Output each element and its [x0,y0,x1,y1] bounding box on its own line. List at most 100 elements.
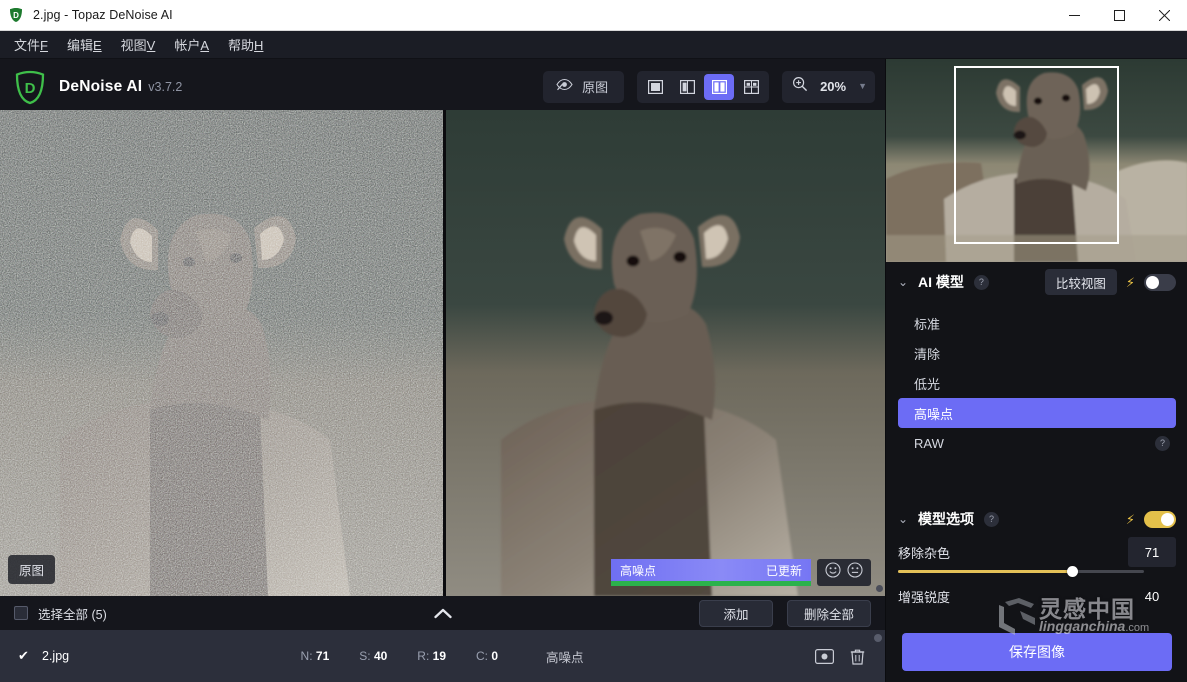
side-by-side-icon[interactable] [704,74,734,100]
ai-model-auto-toggle[interactable] [1144,274,1176,291]
slider-enhance-sharpness-value[interactable]: 40 [1128,581,1176,611]
preview-split-divider[interactable] [443,110,446,596]
file-list-panel: 选择全部 (5) 添加 删除全部 ✔ 2.jpg N: 71 S: 40 R: … [0,596,885,682]
chevron-down-icon[interactable]: ⌄ [898,512,914,526]
quad-pane-icon[interactable] [736,74,766,100]
window-controls [1052,0,1187,31]
status-progress-bar [611,581,811,586]
menu-view-label: 视图 [121,38,147,53]
navigator-thumbnail[interactable] [886,59,1187,262]
model-options-help-icon[interactable]: ? [984,512,999,527]
model-options-auto-toggle[interactable] [1144,511,1176,528]
select-all-label: 选择全部 (5) [38,604,107,623]
select-all-checkbox[interactable] [14,606,28,620]
model-status-overlay: 高噪点 已更新 [611,559,871,586]
model-option-raw[interactable]: RAW ? [898,428,1176,458]
menu-file-label: 文件 [14,38,40,53]
param-sharpen-value: 40 [374,649,387,663]
chevron-down-icon[interactable]: ⌄ [898,275,914,289]
menu-account-accel: A [200,38,209,53]
ai-model-title: AI 模型 [918,272,964,292]
zoom-in-icon [792,76,808,97]
original-image [0,110,443,596]
remove-all-button[interactable]: 删除全部 [787,600,871,627]
status-state-label: 已更新 [766,562,802,579]
row-filename: 2.jpg [42,649,69,663]
image-preview-area[interactable]: 原图 [0,110,885,596]
zoom-level-value: 20% [816,79,850,94]
menu-file[interactable]: 文件F [6,32,56,57]
chevron-up-icon[interactable] [430,603,456,623]
model-option-standard[interactable]: 标准 [898,308,1176,338]
minimize-button[interactable] [1052,0,1097,31]
show-original-button[interactable]: 原图 [543,71,624,103]
preview-pane-original[interactable]: 原图 [0,110,443,596]
model-option-severe-noise-label: 高噪点 [914,404,953,423]
menu-bar: 文件F 编辑E 视图V 帐户A 帮助H [0,31,1187,59]
param-color-value: 0 [491,649,498,663]
delete-icon[interactable] [850,648,865,665]
param-recover-key: R: [417,649,429,663]
denoise-logo-icon: D [12,69,48,105]
param-color-key: C: [476,649,488,663]
model-option-lowlight[interactable]: 低光 [898,368,1176,398]
status-model-label: 高噪点 [620,562,656,579]
menu-edit[interactable]: 编辑E [59,32,110,57]
model-option-raw-help-icon[interactable]: ? [1155,436,1170,451]
status-row: 高噪点 已更新 [611,559,811,581]
slider-remove-noise-value[interactable]: 71 [1128,537,1176,567]
topaz-shield-icon: D [8,7,24,23]
model-option-raw-label: RAW [914,436,944,451]
param-recover-value: 19 [433,649,446,663]
slider-remove-noise-handle[interactable] [1067,566,1078,577]
menu-help-label: 帮助 [228,38,254,53]
toolbar-right: 原图 [543,71,875,103]
ai-model-help-icon[interactable]: ? [974,275,989,290]
preview-icon[interactable] [815,649,834,664]
svg-text:D: D [13,11,19,20]
model-option-clear[interactable]: 清除 [898,338,1176,368]
model-options-section: ⌄ 模型选项 ? ⚡ 移除杂色 71 增强锐度 [886,499,1187,627]
add-button[interactable]: 添加 [699,600,773,627]
menu-account[interactable]: 帐户A [166,32,217,57]
zoom-control[interactable]: 20% ▼ [782,71,875,103]
title-bar: D 2.jpg - Topaz DeNoise AI [0,0,1187,31]
table-row[interactable]: ✔ 2.jpg N: 71 S: 40 R: 19 C: 0 高噪点 [0,630,885,682]
right-panel: ⌄ AI 模型 ? 比较视图 ⚡ 标准 清除 低光 [885,59,1187,682]
split-pane-icon[interactable] [672,74,702,100]
ai-model-list: 标准 清除 低光 高噪点 RAW ? [886,302,1187,458]
preview-scroll-indicator[interactable] [876,585,883,592]
row-model: 高噪点 [546,647,584,666]
single-pane-icon[interactable] [640,74,670,100]
model-options-header: ⌄ 模型选项 ? ⚡ [886,499,1187,539]
model-option-standard-label: 标准 [914,314,940,333]
brand: D DeNoise AI v3.7.2 [12,69,182,105]
status-box: 高噪点 已更新 [611,559,811,586]
menu-help[interactable]: 帮助H [220,32,271,57]
preview-pane-processed[interactable] [446,110,885,596]
sliders: 移除杂色 71 增强锐度 40 [886,539,1187,627]
slider-remove-noise-track[interactable] [898,570,1144,573]
param-sharpen-key: S: [359,649,370,663]
maximize-button[interactable] [1097,0,1142,31]
neutral-face-icon[interactable] [847,562,863,583]
original-label: 原图 [8,555,55,584]
viewport-rect[interactable] [954,66,1119,244]
compare-view-button[interactable]: 比较视图 [1045,269,1117,295]
happy-face-icon[interactable] [825,562,841,583]
chevron-down-icon[interactable]: ▼ [858,82,867,91]
save-image-button[interactable]: 保存图像 [902,633,1172,671]
close-button[interactable] [1142,0,1187,31]
svg-text:D: D [25,80,36,97]
file-list-actions: 添加 删除全部 [699,600,871,627]
show-original-label: 原图 [582,77,608,96]
brand-version: v3.7.2 [148,80,182,94]
param-noise: N: 71 [301,649,330,663]
param-noise-value: 71 [316,649,329,663]
row-check-icon[interactable]: ✔ [18,648,32,664]
menu-view-accel: V [147,38,156,53]
row-params: N: 71 S: 40 R: 19 C: 0 [301,649,498,663]
menu-view[interactable]: 视图V [113,32,164,57]
file-list-scroll-indicator[interactable] [874,634,882,642]
model-option-severe-noise[interactable]: 高噪点 [898,398,1176,428]
